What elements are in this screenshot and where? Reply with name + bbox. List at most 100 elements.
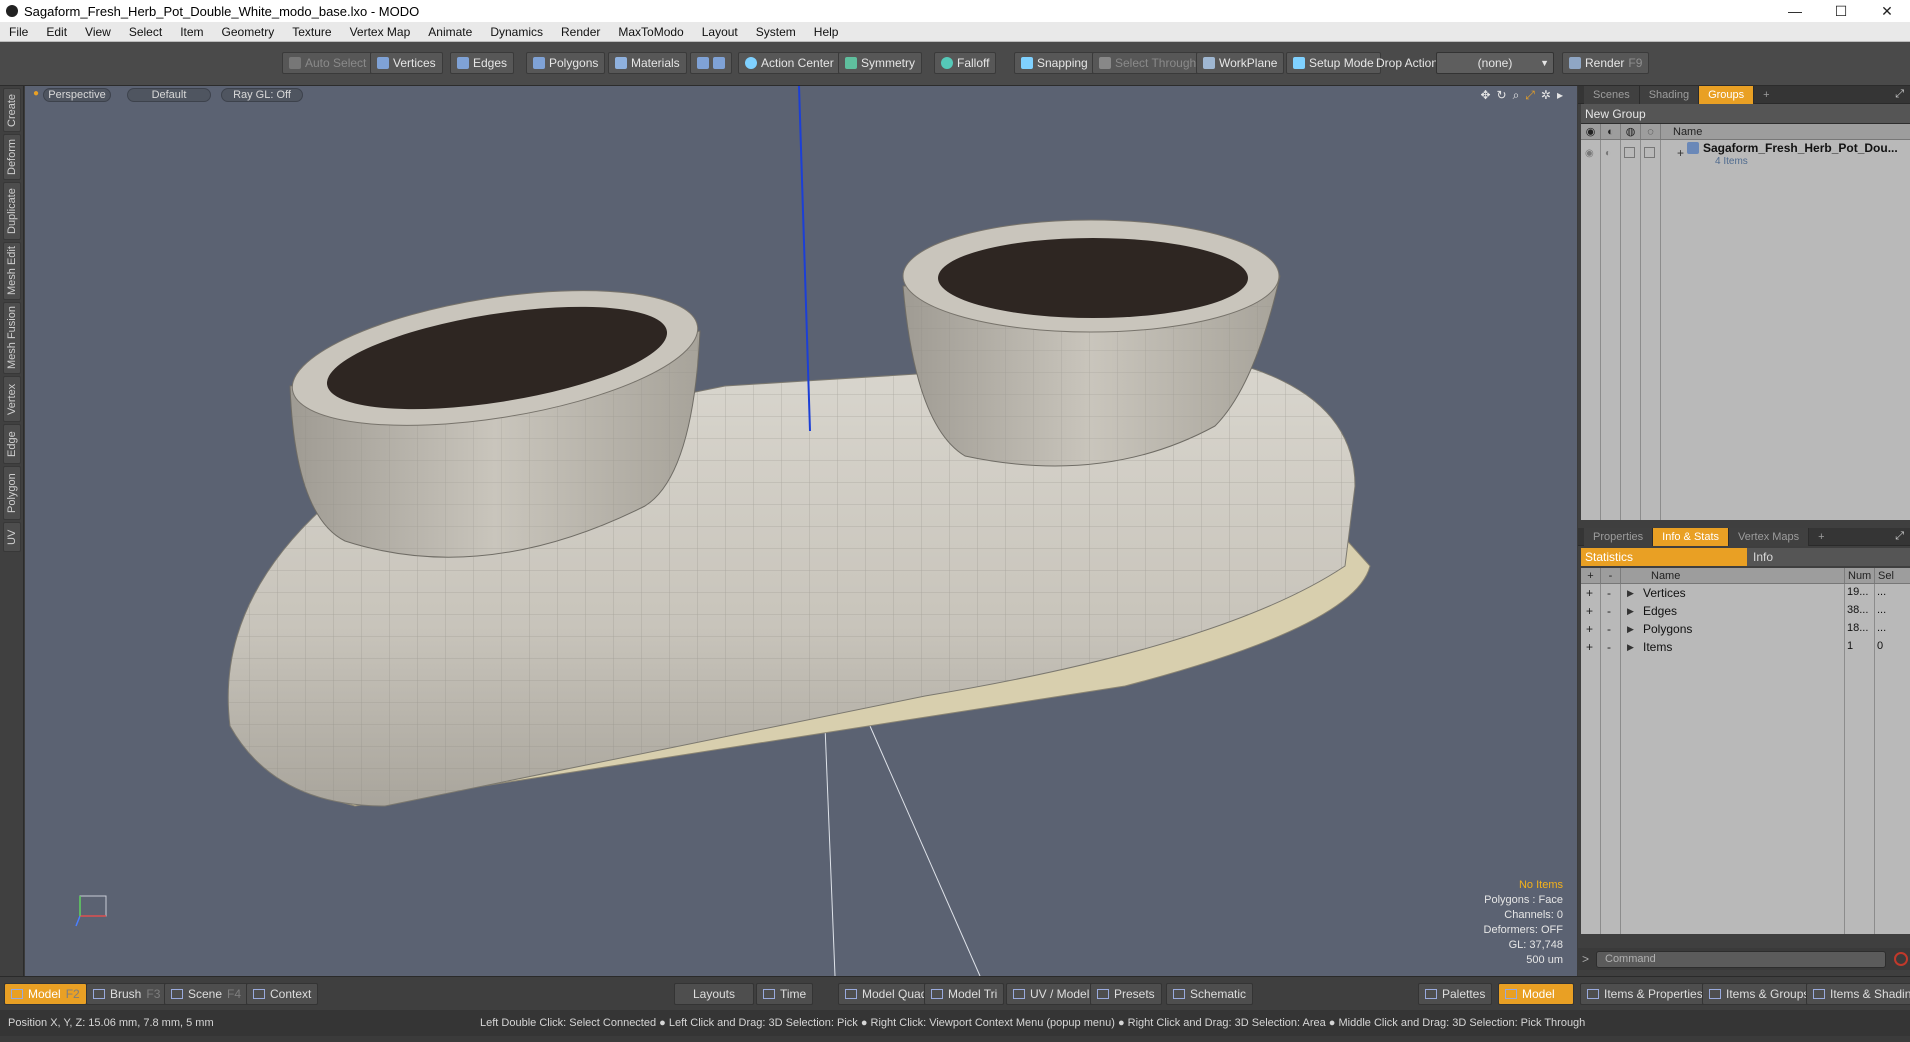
command-input[interactable]: Command	[1596, 950, 1886, 968]
chevron-right-icon[interactable]: ▸	[1557, 88, 1563, 103]
stat-row-edges[interactable]: + - ▶ Edges 38... ...	[1581, 604, 1910, 622]
model-quad-button[interactable]: Model Quad	[838, 983, 935, 1005]
subtab-info[interactable]: Info	[1747, 548, 1773, 566]
tab-vertex[interactable]: Vertex	[3, 376, 21, 422]
edges-button[interactable]: Edges	[450, 52, 515, 74]
remove-icon[interactable]: -	[1607, 586, 1611, 600]
gear-icon[interactable]: ✲	[1541, 88, 1551, 103]
menu-item[interactable]: Item	[171, 25, 212, 39]
add-icon[interactable]: +	[1586, 640, 1593, 654]
select-through-button[interactable]: Select Through	[1092, 52, 1204, 74]
materials-button[interactable]: Materials	[608, 52, 687, 74]
render-button[interactable]: Render F9	[1562, 52, 1650, 74]
expand-arrow-icon[interactable]: ▶	[1627, 642, 1634, 653]
add-icon[interactable]: +	[1586, 586, 1593, 600]
layouts-button[interactable]: Layouts	[674, 983, 754, 1005]
minimize-button[interactable]: —	[1772, 3, 1818, 19]
tab-deform[interactable]: Deform	[3, 134, 21, 180]
fit-view-icon[interactable]: ⤢	[1525, 88, 1535, 103]
menu-dynamics[interactable]: Dynamics	[481, 25, 552, 39]
expand-icon[interactable]: ⤢	[1895, 530, 1904, 543]
tab-scenes[interactable]: Scenes	[1584, 85, 1640, 104]
move-view-icon[interactable]: ✥	[1480, 88, 1490, 103]
remove-icon[interactable]: -	[1607, 640, 1611, 654]
expand-plus-icon[interactable]: +	[1677, 146, 1684, 160]
stat-row-items[interactable]: + - ▶ Items 1 0	[1581, 640, 1910, 658]
falloff-button[interactable]: Falloff	[934, 52, 997, 74]
context-button[interactable]: Context	[246, 983, 319, 1005]
lock-icon[interactable]: ◍	[1621, 124, 1641, 139]
tab-groups[interactable]: Groups	[1699, 85, 1755, 104]
expand-arrow-icon[interactable]: ▶	[1627, 624, 1634, 635]
presets-button[interactable]: Presets	[1090, 983, 1162, 1005]
tab-mesh-fusion[interactable]: Mesh Fusion	[3, 302, 21, 374]
schematic-button[interactable]: Schematic	[1166, 983, 1254, 1005]
stat-row-polygons[interactable]: + - ▶ Polygons 18... ...	[1581, 622, 1910, 640]
add-tab-button[interactable]: +	[1754, 86, 1778, 104]
menu-edit[interactable]: Edit	[37, 25, 76, 39]
eye-icon[interactable]: ◉	[1581, 124, 1601, 139]
new-group-button[interactable]: New Group	[1581, 104, 1910, 124]
view-perspective-button[interactable]: Perspective	[43, 88, 111, 102]
items-properties-button[interactable]: Items & Properties	[1580, 983, 1710, 1005]
drop-action-select[interactable]: (none) ▼	[1436, 52, 1554, 74]
raygl-button[interactable]: Ray GL: Off	[221, 88, 303, 102]
tab-info-stats[interactable]: Info & Stats	[1653, 527, 1730, 546]
snapping-button[interactable]: Snapping	[1014, 52, 1095, 74]
zoom-view-icon[interactable]: ⌕	[1513, 88, 1520, 103]
tab-mesh-edit[interactable]: Mesh Edit	[3, 242, 21, 300]
remove-icon[interactable]: -	[1607, 622, 1611, 636]
add-all-icon[interactable]: +	[1581, 568, 1601, 583]
tab-uv[interactable]: UV	[3, 522, 21, 552]
remove-all-icon[interactable]: -	[1601, 568, 1621, 583]
uv-model-button[interactable]: UV / Model	[1006, 983, 1097, 1005]
stat-row-vertices[interactable]: + - ▶ Vertices 19... ...	[1581, 586, 1910, 604]
vertices-button[interactable]: Vertices	[370, 52, 443, 74]
select-icon[interactable]: ◌	[1641, 124, 1661, 139]
menu-geometry[interactable]: Geometry	[213, 25, 284, 39]
brush-mode-button[interactable]: Brush F3	[86, 983, 168, 1005]
model-layout-button[interactable]: Model	[1498, 983, 1574, 1005]
palettes-button[interactable]: Palettes	[1418, 983, 1493, 1005]
tab-create[interactable]: Create	[3, 88, 21, 132]
maximize-button[interactable]: ☐	[1818, 3, 1864, 20]
workplane-button[interactable]: WorkPlane	[1196, 52, 1285, 74]
tab-duplicate[interactable]: Duplicate	[3, 182, 21, 240]
tab-properties[interactable]: Properties	[1584, 527, 1654, 546]
time-button[interactable]: Time	[756, 983, 814, 1005]
subtab-statistics[interactable]: Statistics	[1581, 548, 1747, 566]
lock-checkbox[interactable]	[1624, 147, 1635, 158]
remove-icon[interactable]: -	[1607, 604, 1611, 618]
expand-arrow-icon[interactable]: ▶	[1627, 588, 1634, 599]
menu-vertex-map[interactable]: Vertex Map	[341, 25, 420, 39]
tab-shading[interactable]: Shading	[1639, 85, 1700, 104]
expand-arrow-icon[interactable]: ▶	[1627, 606, 1634, 617]
symmetry-button[interactable]: Symmetry	[838, 52, 922, 74]
rotate-view-icon[interactable]: ↻	[1497, 88, 1507, 103]
expand-icon[interactable]: ⤢	[1895, 88, 1904, 101]
action-center-button[interactable]: Action Center	[738, 52, 841, 74]
shading-default-button[interactable]: Default	[127, 88, 211, 102]
menu-layout[interactable]: Layout	[693, 25, 747, 39]
model-tri-button[interactable]: Model Tri	[924, 983, 1005, 1005]
select-mode-icons[interactable]	[690, 52, 732, 74]
record-icon[interactable]	[1894, 952, 1908, 966]
add-icon[interactable]: +	[1586, 622, 1593, 636]
add-tab-button[interactable]: +	[1809, 528, 1833, 546]
tab-vertex-maps[interactable]: Vertex Maps	[1729, 527, 1810, 546]
menu-texture[interactable]: Texture	[283, 25, 340, 39]
add-icon[interactable]: +	[1586, 604, 1593, 618]
menu-maxtomodo[interactable]: MaxToModo	[609, 25, 692, 39]
menu-file[interactable]: File	[0, 25, 37, 39]
tab-polygon[interactable]: Polygon	[3, 466, 21, 520]
group-row[interactable]: ◉ ◐ + Sagaform_Fresh_Herb_Pot_Dou... 4 I…	[1581, 140, 1910, 172]
menu-select[interactable]: Select	[120, 25, 171, 39]
close-button[interactable]: ✕	[1864, 3, 1910, 20]
auto-select-button[interactable]: Auto Select	[282, 52, 374, 74]
menu-system[interactable]: System	[747, 25, 805, 39]
items-groups-button[interactable]: Items & Groups	[1702, 983, 1817, 1005]
eye-icon[interactable]: ◉	[1585, 148, 1594, 159]
menu-animate[interactable]: Animate	[419, 25, 481, 39]
3d-viewport[interactable]: ● Perspective Default Ray GL: Off ✥ ↻ ⌕ …	[25, 86, 1577, 976]
menu-help[interactable]: Help	[805, 25, 848, 39]
